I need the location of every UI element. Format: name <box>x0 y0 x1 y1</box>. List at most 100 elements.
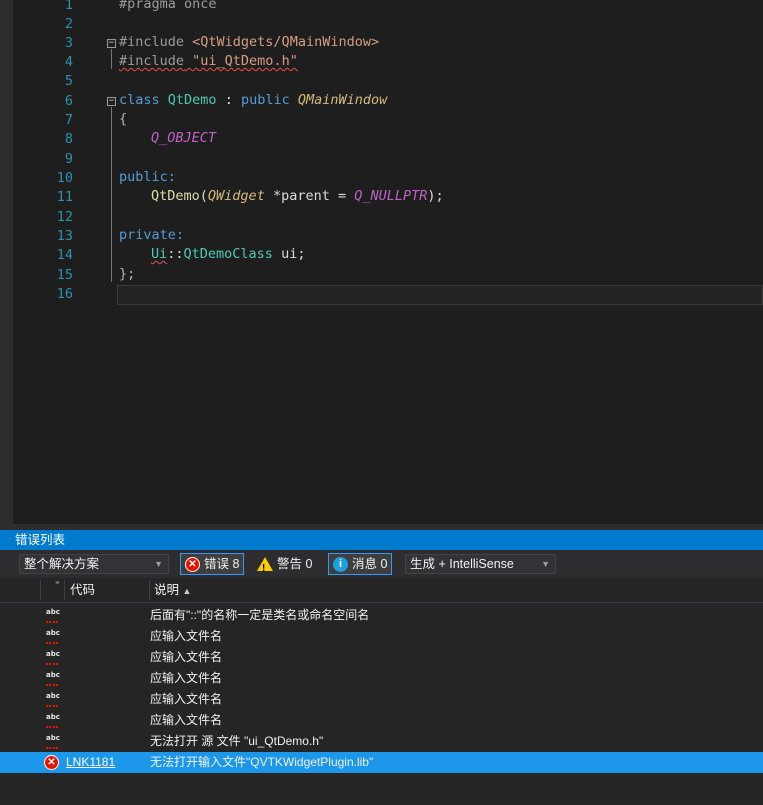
error-code-link[interactable]: LNK1181 <box>66 752 115 773</box>
warning-icon: ! <box>257 557 273 574</box>
error-row[interactable]: abc 无法打开 源 文件 "ui_QtDemo.h" <box>0 731 763 752</box>
token: #include <box>119 53 185 69</box>
token: : <box>216 92 241 108</box>
code-line-1[interactable]: #pragma once <box>119 0 217 15</box>
collapse-icon[interactable]: − <box>107 97 116 106</box>
sort-ascending-icon: ▲ <box>182 586 192 596</box>
token: ui; <box>272 246 306 262</box>
column-header-description[interactable]: 说明 ▲ <box>154 578 191 602</box>
intellisense-error-icon: abc <box>46 671 60 686</box>
errors-filter-label: 错误 8 <box>204 557 240 571</box>
error-list-panel: 错误列表 整个解决方案 ▼ ✕ 错误 8 ! 警告 0 i 消息 0 生成 + … <box>0 530 763 805</box>
build-filter-value: 生成 + IntelliSense <box>410 557 514 571</box>
code-line-3[interactable]: #include <QtWidgets/QMainWindow> <box>119 34 379 53</box>
current-line-highlight <box>117 285 763 305</box>
intellisense-error-icon: abc <box>46 713 60 728</box>
line-number: 10 <box>56 170 73 186</box>
token: :: <box>167 246 184 262</box>
error-description: 应输入文件名 <box>150 650 223 664</box>
code-line-7[interactable]: { <box>119 111 127 130</box>
editor-left-strip <box>0 0 13 524</box>
code-line-13[interactable]: private: <box>119 227 184 246</box>
error-description: 后面有"::"的名称一定是类名或命名空间名 <box>150 608 370 622</box>
line-number: 3 <box>64 35 73 51</box>
messages-filter-button[interactable]: i 消息 0 <box>328 553 393 575</box>
messages-filter-label: 消息 0 <box>352 557 388 571</box>
token: Q_NULLPTR <box>354 188 428 204</box>
token: QWidget <box>207 188 265 204</box>
errors-filter-button[interactable]: ✕ 错误 8 <box>180 553 245 575</box>
code-line-14[interactable]: Ui::QtDemoClass ui; <box>151 246 305 265</box>
intellisense-error-icon: abc <box>46 650 60 665</box>
line-number: 12 <box>56 209 73 225</box>
column-divider[interactable] <box>64 580 65 600</box>
code-editor[interactable]: 1 2 3 4 5 6 7 8 9 10 11 12 13 14 15 16 −… <box>0 0 763 524</box>
line-number: 11 <box>56 189 73 205</box>
token: "ui_QtDemo.h" <box>184 53 298 69</box>
panel-title[interactable]: 错误列表 <box>0 530 763 550</box>
error-row[interactable]: abc 应输入文件名 <box>0 668 763 689</box>
code-line-8[interactable]: Q_OBJECT <box>151 130 216 149</box>
error-description: 应输入文件名 <box>150 629 223 643</box>
token: QtDemoClass <box>183 246 273 262</box>
code-line-6[interactable]: class QtDemo : public QMainWindow <box>119 92 387 111</box>
token: ( <box>199 188 208 204</box>
error-description: 无法打开输入文件"QVTKWidgetPlugin.lib" <box>150 755 374 769</box>
error-row[interactable]: abc 应输入文件名 <box>0 626 763 647</box>
chevron-down-icon: ▼ <box>154 559 163 569</box>
code-line-11[interactable]: QtDemo(QWidget *parent = Q_NULLPTR); <box>151 188 444 207</box>
error-row[interactable]: abc 应输入文件名 <box>0 710 763 731</box>
line-number: 5 <box>64 73 73 89</box>
line-number: 9 <box>64 151 73 167</box>
line-number: 13 <box>56 228 73 244</box>
error-row[interactable]: abc 后面有"::"的名称一定是类名或命名空间名 <box>0 605 763 626</box>
token: *parent = <box>264 188 355 204</box>
token: QtDemo <box>167 92 217 108</box>
column-header-description-label: 说明 <box>154 583 180 597</box>
code-line-15[interactable]: }; <box>119 266 135 285</box>
info-icon: i <box>333 556 348 572</box>
warnings-filter-label: 警告 0 <box>277 557 313 571</box>
token: ); <box>427 188 444 204</box>
warnings-filter-button[interactable]: ! 警告 0 <box>253 553 316 575</box>
build-filter-dropdown[interactable]: 生成 + IntelliSense ▼ <box>405 554 556 574</box>
intellisense-error-icon: abc <box>46 734 60 749</box>
token: Ui <box>151 246 168 262</box>
scope-value: 整个解决方案 <box>24 557 100 571</box>
error-icon: ✕ <box>185 556 200 572</box>
chevron-down-icon: ▼ <box>541 559 550 569</box>
code-line-10[interactable]: public: <box>119 169 176 188</box>
column-header-code[interactable]: 代码 <box>70 578 95 602</box>
token: class <box>119 92 168 108</box>
line-number: 8 <box>64 131 73 147</box>
collapse-icon[interactable]: − <box>107 39 116 48</box>
error-row-selected[interactable]: ✕ LNK1181 无法打开输入文件"QVTKWidgetPlugin.lib" <box>0 752 763 773</box>
line-number: 15 <box>56 267 73 283</box>
line-number: 7 <box>64 112 73 128</box>
filter-icon[interactable]: ⁼ <box>55 572 60 596</box>
error-description: 应输入文件名 <box>150 692 223 706</box>
token: QMainWindow <box>297 92 388 108</box>
error-description: 无法打开 源 文件 "ui_QtDemo.h" <box>150 734 324 748</box>
token: <QtWidgets/QMainWindow> <box>192 34 380 50</box>
error-row[interactable]: abc 应输入文件名 <box>0 647 763 668</box>
column-divider[interactable] <box>149 580 150 600</box>
column-divider[interactable] <box>40 580 41 600</box>
fold-guide <box>111 49 112 69</box>
error-description: 应输入文件名 <box>150 713 223 727</box>
error-description: 应输入文件名 <box>150 671 223 685</box>
line-number: 14 <box>56 247 73 263</box>
line-number: 2 <box>64 16 73 32</box>
intellisense-error-icon: abc <box>46 692 60 707</box>
code-line-4[interactable]: #include "ui_QtDemo.h" <box>119 53 298 72</box>
intellisense-error-icon: abc <box>46 608 60 623</box>
line-number: 16 <box>56 286 73 302</box>
line-number: 6 <box>64 93 73 109</box>
error-row[interactable]: abc 应输入文件名 <box>0 689 763 710</box>
error-list-header: ⁼ 代码 说明 ▲ <box>0 578 763 603</box>
fold-guide <box>111 107 112 282</box>
line-number: 4 <box>64 54 73 70</box>
scope-dropdown[interactable]: 整个解决方案 ▼ <box>19 554 169 574</box>
intellisense-error-icon: abc <box>46 629 60 644</box>
token: #include <box>119 34 193 50</box>
